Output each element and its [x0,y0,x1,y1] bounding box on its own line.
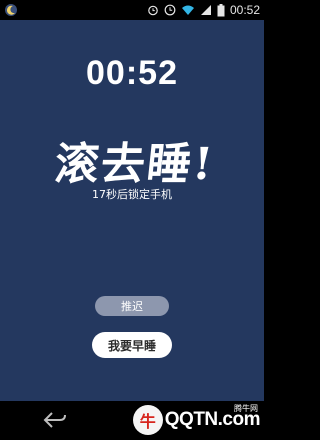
watermark: 牛 QQTN.com 腾牛网 [132,404,261,435]
early-sleep-button[interactable]: 我要早睡 [92,332,172,358]
status-icons: 00:52 [147,2,260,18]
alarm-icon [148,5,158,16]
watermark-net-label: 腾牛网 [234,404,258,413]
wifi-icon [181,5,194,15]
clock-icon [164,4,176,16]
status-bar: 00:52 [0,0,264,20]
delay-button[interactable]: 推迟 [95,296,169,316]
navigation-bar: 牛 QQTN.com 腾牛网 [0,401,264,440]
battery-icon [217,3,225,16]
headline: 滚去睡! [52,139,217,190]
moon-app-icon [5,4,17,16]
signal-icon [200,5,211,15]
watermark-logo: 牛 [132,405,163,435]
sleep-lock-screen: 00:52 滚去睡! 17秒后锁定手机 推迟 我要早睡 [0,20,264,401]
lock-countdown-text: 17秒后锁定手机 [92,188,172,201]
back-arrow-icon[interactable] [42,410,68,430]
clock-display: 00:52 [86,54,178,92]
status-time: 00:52 [229,3,260,17]
